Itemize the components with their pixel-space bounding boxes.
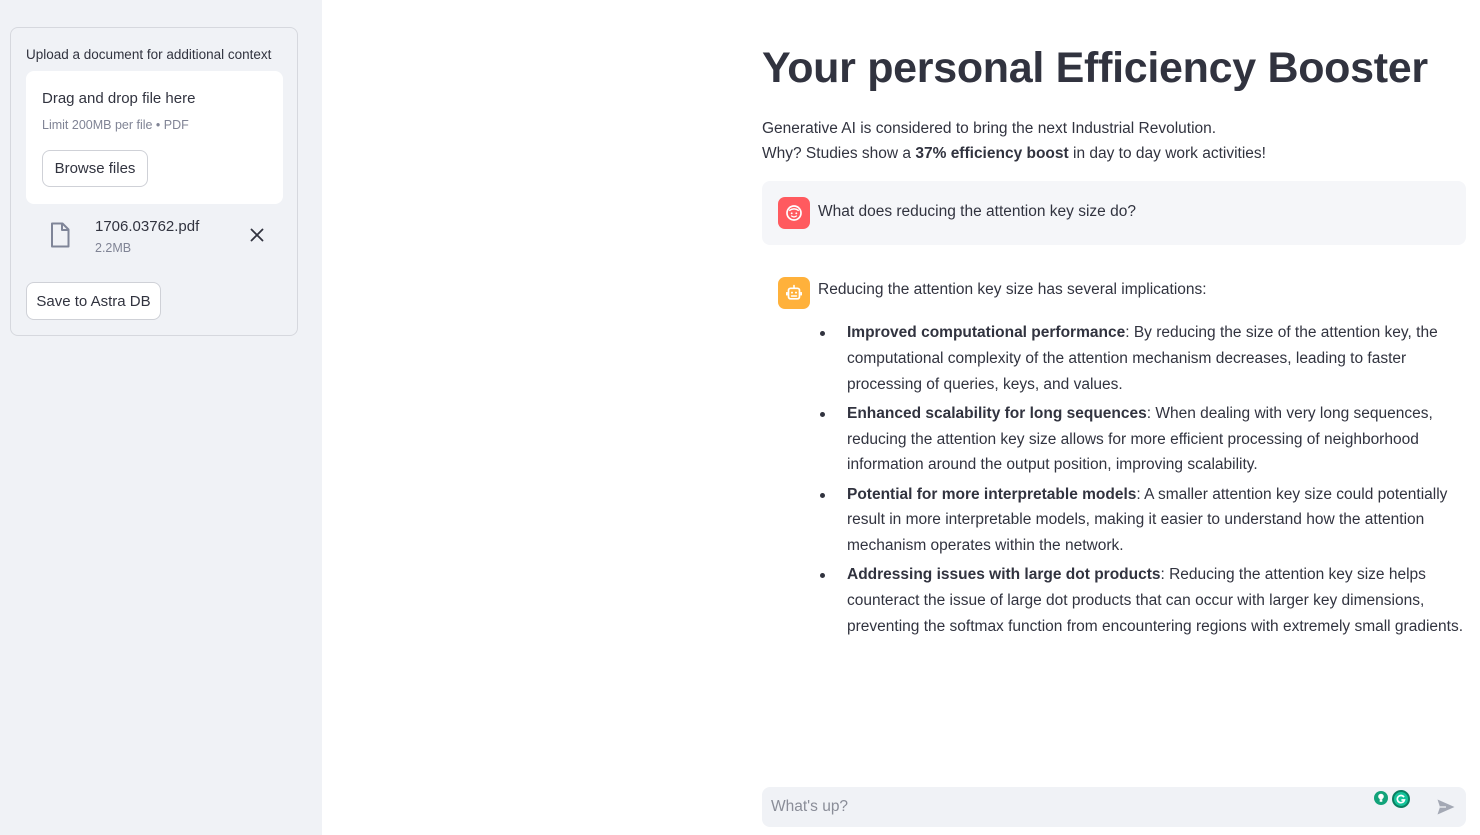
file-dropzone[interactable]: Drag and drop file here Limit 200MB per … [26, 71, 283, 204]
list-item: Improved computational performance: By r… [818, 320, 1468, 397]
intro-line-1: Generative AI is considered to bring the… [762, 120, 1217, 137]
lightbulb-icon [1378, 793, 1384, 802]
assistant-bullet-list: Improved computational performance: By r… [818, 320, 1468, 643]
save-to-astra-db-button[interactable]: Save to Astra DB [26, 282, 161, 320]
list-item: Addressing issues with large dot product… [818, 562, 1468, 639]
uploaded-file-size: 2.2MB [95, 241, 132, 255]
intro-highlight: 37% efficiency boost [915, 145, 1069, 162]
intro-line-2-prefix: Why? Studies show a [762, 145, 916, 162]
upload-panel: Upload a document for additional context… [10, 27, 298, 336]
list-item-title: Enhanced scalability for long sequences [847, 404, 1147, 422]
chat-input[interactable] [762, 787, 1372, 827]
sidebar: Upload a document for additional context… [0, 0, 322, 835]
user-message: What does reducing the attention key siz… [762, 181, 1466, 245]
send-icon[interactable] [1436, 798, 1456, 816]
file-icon [51, 222, 70, 248]
assistant-avatar [778, 277, 810, 309]
suggestion-bulb-icon[interactable] [1374, 791, 1388, 805]
close-icon[interactable] [248, 226, 266, 244]
list-item-title: Addressing issues with large dot product… [847, 566, 1161, 584]
main-content: Your personal Efficiency Booster Generat… [322, 0, 1480, 835]
user-avatar [778, 197, 810, 229]
intro-text: Generative AI is considered to bring the… [762, 116, 1462, 166]
assistant-intro: Reducing the attention key size has seve… [818, 281, 1207, 298]
dropzone-title: Drag and drop file here [42, 90, 196, 107]
assistant-message: Reducing the attention key size has seve… [762, 260, 1466, 640]
page-title: Your personal Efficiency Booster [762, 44, 1428, 92]
uploaded-file-name: 1706.03762.pdf [95, 218, 200, 235]
chat-input-bar [762, 787, 1466, 827]
grammarly-g-icon [1396, 794, 1406, 804]
list-item: Enhanced scalability for long sequences:… [818, 401, 1468, 478]
upload-label: Upload a document for additional context [26, 47, 272, 62]
user-face-icon [786, 205, 802, 221]
user-message-text: What does reducing the attention key siz… [818, 203, 1136, 220]
browse-files-button[interactable]: Browse files [42, 150, 148, 187]
uploaded-file-row: 1706.03762.pdf 2.2MB [26, 214, 283, 260]
dropzone-limit: Limit 200MB per file • PDF [42, 118, 189, 132]
robot-icon [786, 284, 802, 300]
list-item-title: Potential for more interpretable models [847, 485, 1137, 503]
intro-line-2: Why? Studies show a 37% efficiency boost… [762, 141, 1462, 166]
grammarly-icon[interactable] [1392, 790, 1410, 808]
list-item: Potential for more interpretable models:… [818, 482, 1468, 559]
intro-line-2-suffix: in day to day work activities! [1068, 145, 1266, 162]
list-item-title: Improved computational performance [847, 324, 1126, 341]
